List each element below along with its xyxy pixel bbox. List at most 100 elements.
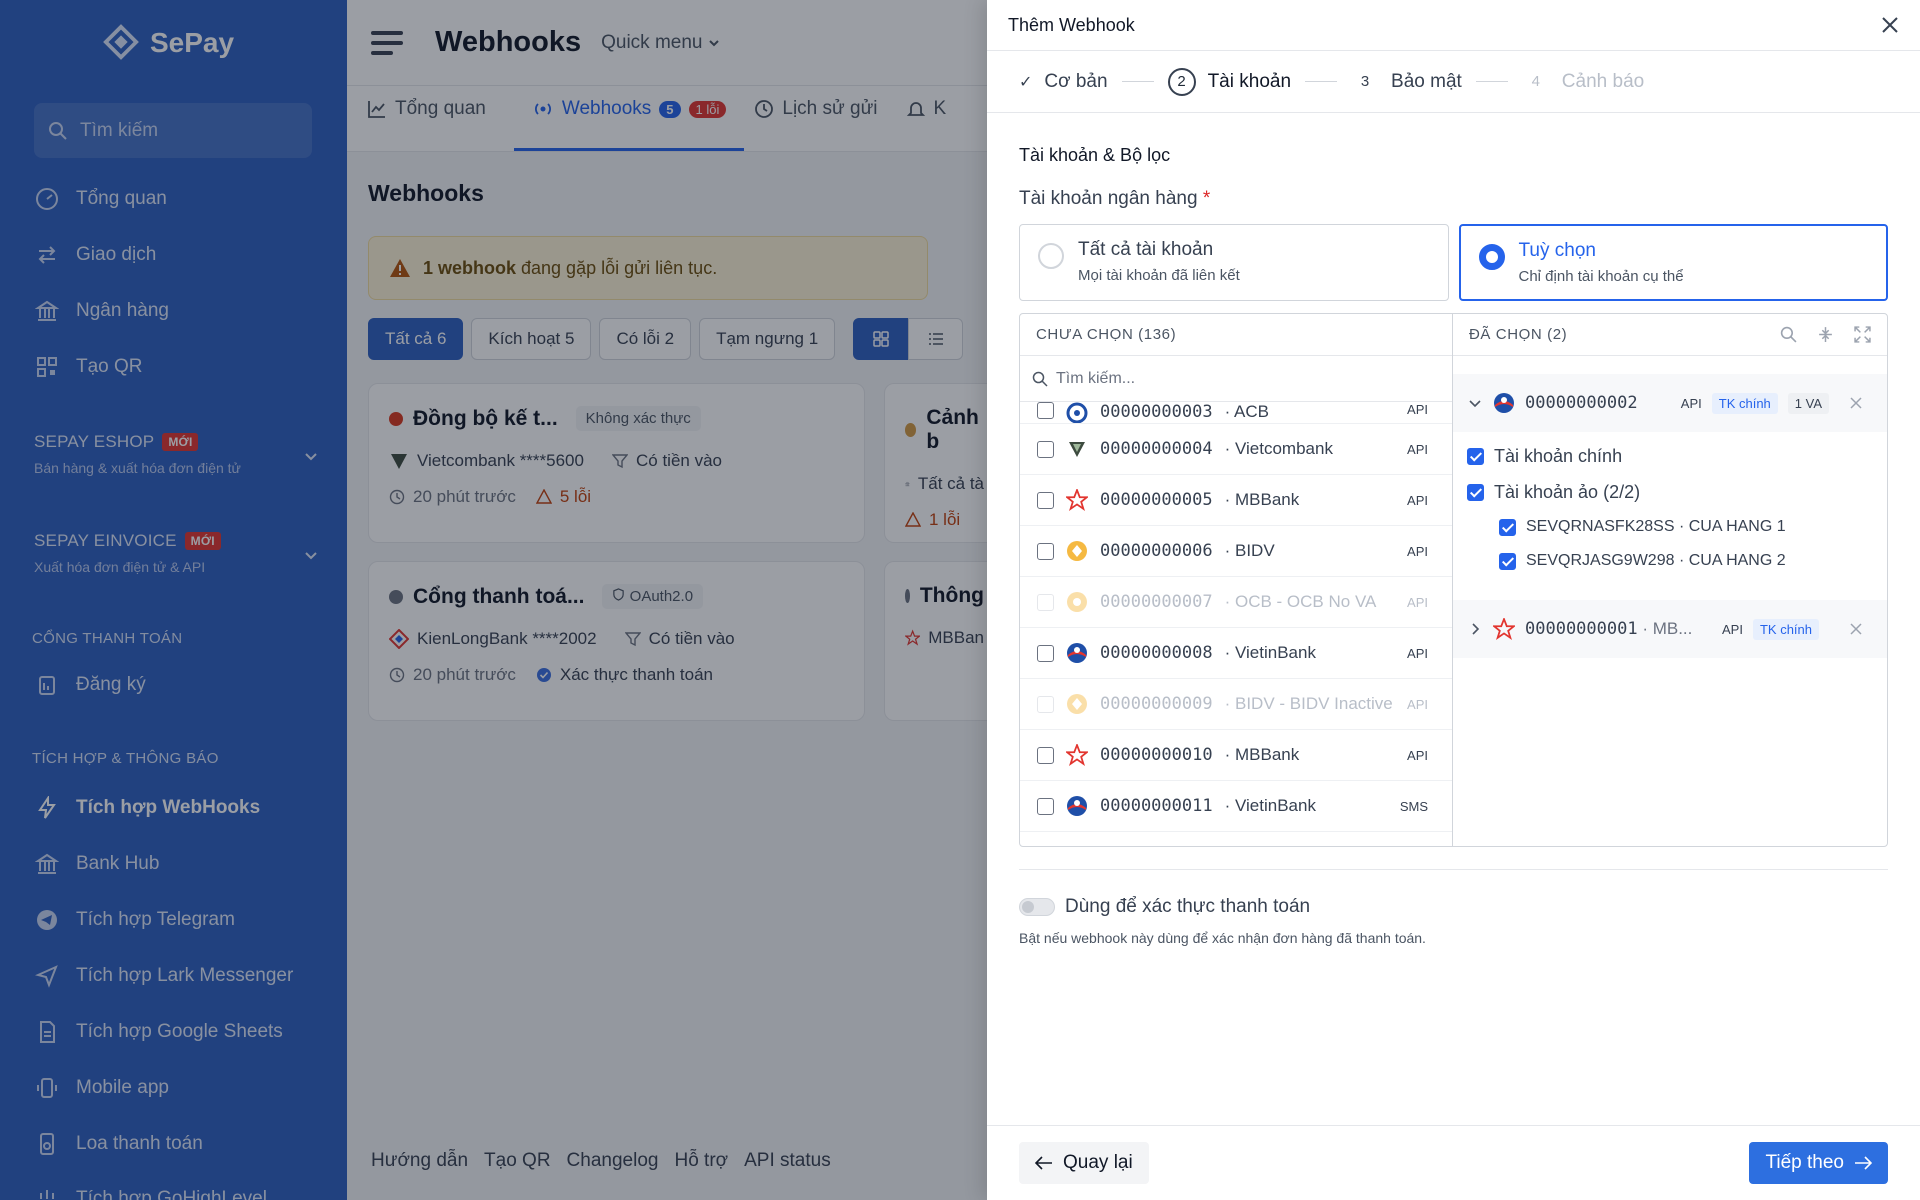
account-row[interactable]: 00000000011 · VietinBank SMS: [1020, 781, 1452, 832]
account-source-tag: API: [1407, 441, 1428, 457]
account-row[interactable]: 00000000004 · Vietcombank API: [1020, 424, 1452, 475]
account-checkbox[interactable]: [1037, 644, 1054, 662]
account-bank-name: BIDV - BIDV Inactive: [1234, 694, 1393, 713]
step-label: Cảnh báo: [1561, 70, 1645, 92]
search-icon[interactable]: [1780, 326, 1797, 343]
back-button[interactable]: Quay lại: [1019, 1142, 1149, 1184]
radio-all-accounts[interactable]: Tất cả tài khoản Mọi tài khoản đã liên k…: [1019, 224, 1449, 301]
radio-circle: [1038, 243, 1064, 269]
virtual-account-label: SEVQRJASG9W298 · CUA HANG 2: [1526, 552, 1786, 569]
remove-icon[interactable]: [1849, 622, 1863, 636]
account-source-tag: SMS: [1399, 798, 1428, 814]
step-label: Bảo mật: [1391, 70, 1462, 92]
account-row: 00000000007 · OCB - OCB No VA API: [1020, 577, 1452, 628]
account-list: 00000000003 · ACB API 00000000004 · Vietco…: [1020, 402, 1452, 832]
remove-icon[interactable]: [1849, 396, 1863, 410]
account-checkbox[interactable]: [1037, 402, 1054, 419]
account-row[interactable]: 00000000005 · MBBank API: [1020, 475, 1452, 526]
acb-icon: [1066, 402, 1088, 423]
modal-backdrop[interactable]: [0, 0, 987, 1200]
account-source-tag: API: [1407, 645, 1428, 661]
step-label: Cơ bản: [1044, 70, 1108, 92]
account-checkbox[interactable]: [1037, 797, 1054, 815]
bank-account-label: Tài khoản ngân hàng *: [1019, 188, 1888, 210]
virtual-account-item[interactable]: SEVQRNASFK28SS · CUA HANG 1: [1453, 510, 1887, 544]
selected-account-row[interactable]: 00000000001 · MB... API TK chính: [1453, 600, 1887, 658]
payment-verification-switch[interactable]: [1019, 898, 1055, 916]
radio-subtitle: Chỉ định tài khoản cụ thể: [1518, 268, 1684, 285]
option-label: Tài khoản ảo (2/2): [1494, 481, 1641, 502]
account-bank-name: BIDV: [1234, 541, 1275, 560]
drawer-header: Thêm Webhook: [987, 0, 1920, 51]
expand-icon[interactable]: [1854, 326, 1871, 343]
toggle-label: Dùng để xác thực thanh toán: [1065, 896, 1311, 917]
chevron-right-icon[interactable]: [1467, 621, 1483, 637]
account-checkbox[interactable]: [1037, 542, 1054, 560]
account-bank-name: VietinBank: [1234, 643, 1316, 662]
account-row[interactable]: 00000000008 · VietinBank API: [1020, 628, 1452, 679]
bidv-icon: [1066, 693, 1088, 715]
account-source-tag: API: [1407, 747, 1428, 763]
selected-account-row[interactable]: 00000000002 API TK chính 1 VA: [1453, 374, 1887, 432]
virtual-accounts-option[interactable]: Tài khoản ảo (2/2): [1453, 474, 1887, 510]
ocb-icon: [1066, 591, 1088, 613]
account-bank: · OCB - OCB No VA: [1224, 592, 1377, 611]
checkbox-checked[interactable]: [1499, 552, 1516, 570]
next-button[interactable]: Tiếp theo: [1749, 1142, 1888, 1184]
unselected-count: CHƯA CHỌN (136): [1036, 326, 1177, 343]
divider: [1019, 869, 1888, 870]
account-bank: · MBBank: [1224, 745, 1300, 764]
step-divider: [1475, 81, 1508, 82]
selected-count: ĐÃ CHỌN (2): [1469, 326, 1568, 343]
selected-account-number: 00000000001: [1525, 619, 1638, 639]
account-row[interactable]: 00000000010 · MBBank API: [1020, 730, 1452, 781]
account-row[interactable]: 00000000003 · ACB API: [1020, 402, 1452, 424]
vietinbank-icon: [1066, 642, 1088, 664]
mbbank-icon: [1066, 744, 1088, 766]
back-label: Quay lại: [1063, 1152, 1133, 1173]
step-basic[interactable]: ✓ Cơ bản: [1019, 71, 1108, 93]
selected-panel: ĐÃ CHỌN (2) 00000000002 API TK chính 1 V…: [1453, 314, 1887, 846]
account-search-input[interactable]: Tìm kiếm...: [1020, 356, 1452, 402]
account-bank-name: OCB - OCB No VA: [1234, 592, 1377, 611]
account-checkbox[interactable]: [1037, 746, 1054, 764]
account-checkbox: [1037, 593, 1054, 611]
account-bank: · VietinBank: [1224, 796, 1316, 815]
toggle-help-text: Bật nếu webhook này dùng để xác nhận đơn…: [1019, 930, 1426, 946]
unselected-header: CHƯA CHỌN (136): [1020, 314, 1452, 356]
account-bank-name: MBBank: [1234, 490, 1300, 509]
step-security[interactable]: 3 Bảo mật: [1351, 71, 1462, 93]
account-source-tag: API: [1407, 543, 1428, 559]
radio-subtitle: Mọi tài khoản đã liên kết: [1078, 267, 1240, 284]
close-icon[interactable]: [1880, 15, 1900, 35]
drawer-footer: Quay lại Tiếp theo: [987, 1125, 1920, 1200]
account-source-tag: API: [1407, 696, 1428, 712]
radio-custom-accounts[interactable]: Tuỳ chọn Chỉ định tài khoản cụ thể: [1458, 224, 1888, 301]
step-accounts[interactable]: 2 Tài khoản: [1167, 67, 1292, 96]
account-mode-radio-group: Tất cả tài khoản Mọi tài khoản đã liên k…: [1019, 224, 1888, 301]
account-number: 00000000011: [1100, 796, 1213, 816]
collapse-all-icon[interactable]: [1817, 326, 1834, 343]
chevron-down-icon[interactable]: [1467, 395, 1483, 411]
step-alerts[interactable]: 4 Cảnh báo: [1522, 70, 1645, 93]
checkbox-checked[interactable]: [1499, 518, 1516, 536]
account-checkbox[interactable]: [1037, 440, 1054, 458]
step-label: Tài khoản: [1207, 70, 1292, 92]
account-bank-name: VietinBank: [1234, 796, 1316, 815]
selected-account-number: 00000000002: [1525, 393, 1638, 413]
account-number: 00000000010: [1100, 745, 1213, 765]
checkbox-checked[interactable]: [1467, 447, 1484, 465]
virtual-account-item[interactable]: SEVQRJASG9W298 · CUA HANG 2: [1453, 544, 1887, 578]
selected-account-bank: · MB...: [1637, 619, 1693, 638]
account-number: 00000000004: [1100, 439, 1213, 459]
vietinbank-icon: [1494, 393, 1514, 413]
va-count-chip: 1 VA: [1787, 392, 1829, 414]
vietcombank-icon: [1066, 438, 1088, 460]
account-bank-name: Vietcombank: [1234, 439, 1333, 458]
checkbox-checked[interactable]: [1467, 483, 1484, 501]
stepper: ✓ Cơ bản 2 Tài khoản 3 Bảo mật 4 Cảnh bá…: [987, 51, 1920, 113]
account-bank: · Vietcombank: [1224, 439, 1333, 458]
account-checkbox[interactable]: [1037, 491, 1054, 509]
account-row[interactable]: 00000000006 · BIDV API: [1020, 526, 1452, 577]
main-account-option[interactable]: Tài khoản chính: [1453, 438, 1887, 474]
